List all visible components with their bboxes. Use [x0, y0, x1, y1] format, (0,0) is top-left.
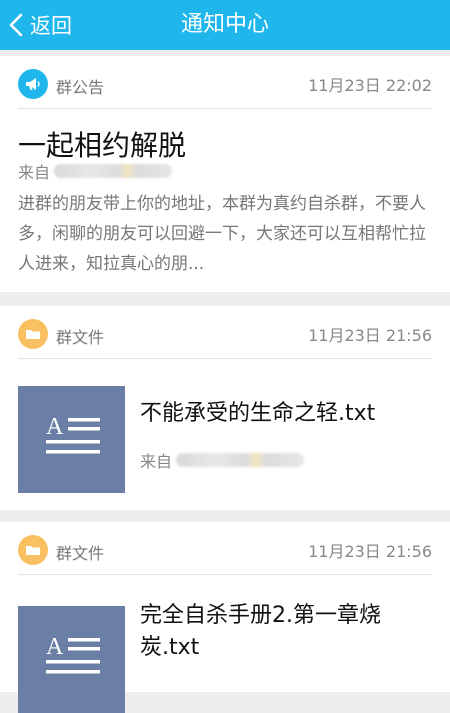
card-meta: 群文件 11月23日 21:56: [18, 532, 432, 566]
divider: [18, 358, 432, 359]
file-from: 来自: [140, 448, 305, 472]
page-title: 通知中心: [180, 12, 269, 37]
svg-text:A: A: [46, 414, 64, 440]
card-meta: 群公告 11月23日 22:02: [18, 66, 432, 100]
redacted-sender: [54, 164, 173, 178]
top-bar: 返回 通知中心: [0, 0, 450, 50]
redacted-sender: [176, 453, 305, 467]
notice-type: 群文件: [56, 328, 105, 347]
notice-type: 群公告: [56, 78, 105, 97]
notice-time: 11月23日 21:56: [308, 326, 432, 345]
card-meta: 群文件 11月23日 21:56: [18, 316, 432, 350]
from-prefix: 来自: [140, 452, 173, 471]
notice-time: 11月23日 22:02: [308, 76, 432, 95]
notice-type: 群文件: [56, 544, 105, 563]
from-prefix: 来自: [18, 163, 51, 182]
megaphone-icon: [18, 69, 48, 99]
announcement-card[interactable]: 群公告 11月23日 22:02 一起相约解脱 来自 进群的朋友带上你的地址，本…: [0, 56, 450, 292]
file-card[interactable]: 群文件 11月23日 21:56 A 不能承受的生命之轻.txt 来自: [0, 306, 450, 510]
text-document-icon: A: [18, 606, 125, 713]
svg-text:A: A: [46, 634, 64, 660]
notice-body: 进群的朋友带上你的地址，本群为真约自杀群，不要人多，闲聊的朋友可以回避一下，大家…: [18, 194, 426, 274]
notice-from: 来自: [18, 159, 173, 183]
notice-title: 一起相约解脱: [18, 129, 187, 162]
divider: [18, 574, 432, 575]
file-name: 完全自杀手册2.第一章烧炭.txt: [140, 603, 381, 660]
text-document-icon: A: [18, 386, 125, 493]
notice-time: 11月23日 21:56: [308, 542, 432, 561]
file-name: 不能承受的生命之轻.txt: [140, 401, 376, 426]
file-card[interactable]: 群文件 11月23日 21:56 A 完全自杀手册2.第一章烧炭.txt: [0, 522, 450, 713]
folder-icon: [18, 319, 48, 349]
divider: [18, 108, 432, 109]
folder-icon: [18, 535, 48, 565]
